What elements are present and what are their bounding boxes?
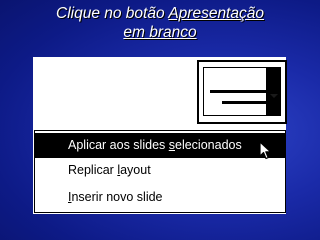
subtitle-placeholder-line bbox=[222, 101, 266, 104]
title-link-em-branco: em branco bbox=[123, 24, 197, 41]
menu-item-text: Aplicar aos slides bbox=[68, 138, 169, 152]
menu-item-apply-selected[interactable]: Aplicar aos slides selecionados bbox=[35, 133, 285, 158]
slide-title: Clique no botão Apresentação em branco bbox=[0, 4, 320, 42]
title-link-apresentacao: Apresentação bbox=[168, 5, 264, 22]
menu-item-replicate-layout[interactable]: Replicar layout bbox=[35, 158, 285, 183]
menu-item-text: ayout bbox=[120, 163, 151, 177]
mouse-pointer-icon bbox=[259, 141, 272, 160]
title-placeholder-line bbox=[210, 90, 268, 93]
blank-presentation-icon bbox=[203, 67, 281, 116]
title-line-2: em branco bbox=[0, 23, 320, 42]
menu-item-insert-new-slide[interactable]: Inserir novo slide bbox=[35, 185, 285, 210]
menu-item-text: elecionados bbox=[175, 138, 242, 152]
menu-item-text: nserir novo slide bbox=[71, 190, 163, 204]
context-menu: Aplicar aos slides selecionados Replicar… bbox=[34, 130, 286, 213]
title-line-1: Clique no botão Apresentação bbox=[0, 4, 320, 23]
menu-item-text: Replicar bbox=[68, 163, 118, 177]
blank-presentation-button[interactable] bbox=[197, 60, 287, 124]
title-prefix: Clique no botão bbox=[56, 5, 169, 22]
dropdown-bar[interactable] bbox=[266, 68, 280, 115]
chevron-down-icon[interactable] bbox=[270, 94, 278, 98]
